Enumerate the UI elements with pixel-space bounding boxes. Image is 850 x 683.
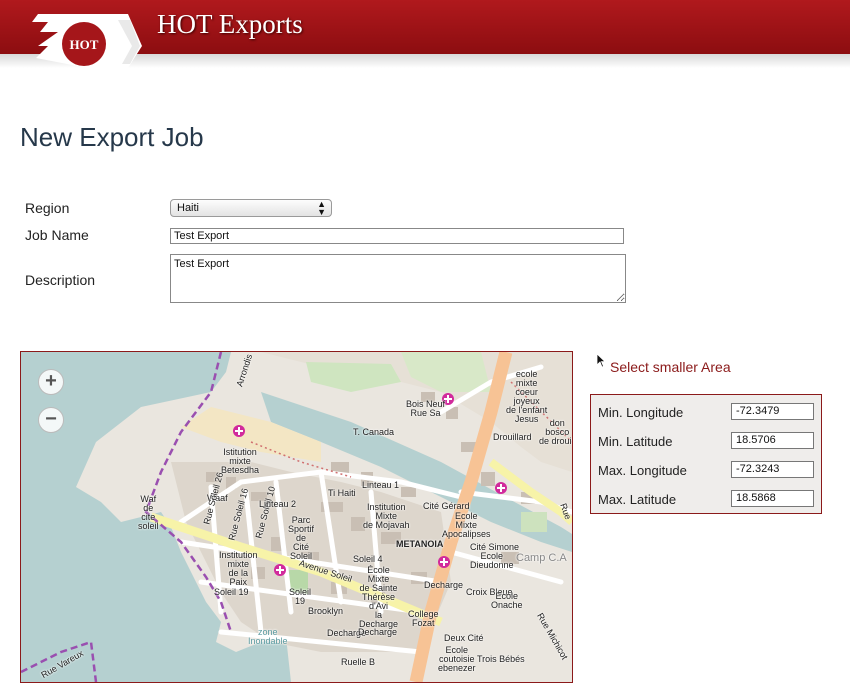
- map-label: METANOIA: [396, 539, 444, 549]
- map-label: Soleil 4: [353, 554, 383, 564]
- hot-logo[interactable]: HOT: [18, 6, 142, 70]
- select-smaller-area-link[interactable]: Select smaller Area: [610, 359, 731, 375]
- job-name-label: Job Name: [25, 227, 89, 243]
- map-label: T. Canada: [353, 427, 395, 437]
- map-label: Soleil 19: [214, 587, 249, 597]
- min-longitude-label: Min. Longitude: [598, 405, 684, 420]
- map-label: Ecole coutoisie ebenezer: [438, 645, 476, 673]
- region-select[interactable]: Haiti ▲ ▼: [170, 199, 332, 217]
- max-longitude-input[interactable]: -72.3243: [731, 461, 814, 478]
- map-label: Ti Haiti: [328, 488, 356, 498]
- map-label: Institution Mixte de Mojavah: [363, 502, 410, 530]
- max-latitude-label: Max. Latitude: [598, 492, 677, 507]
- min-longitude-input[interactable]: -72.3479: [731, 403, 814, 420]
- region-label: Region: [25, 200, 70, 216]
- map-label: Brooklyn: [308, 606, 344, 616]
- map-label: Cité Gérard: [423, 501, 470, 511]
- select-arrows-icon: ▲ ▼: [317, 199, 326, 217]
- max-latitude-input[interactable]: 18.5868: [731, 490, 814, 507]
- map-label: Decharge: [424, 580, 464, 590]
- map-label: zone Inondable: [248, 627, 288, 646]
- page-title: New Export Job: [20, 122, 204, 152]
- map-label: Drouillard: [493, 432, 532, 442]
- map-label: Istitution mixte Betesdha: [221, 447, 260, 475]
- map-label: ecole mixte coeur joyeux de l'enfant Jes…: [506, 369, 548, 424]
- min-latitude-label: Min. Latitude: [598, 434, 673, 449]
- zoom-out-button[interactable]: −: [38, 407, 64, 433]
- map-label: Parc Sportif de Cité Soleil: [288, 515, 315, 561]
- map-label: École Mixte de Sainte Thérèse d'Avi la D…: [359, 565, 399, 629]
- map-label: Institution mixte de la Paix: [219, 550, 258, 587]
- app-title[interactable]: HOT Exports: [157, 9, 303, 40]
- max-longitude-label: Max. Longitude: [598, 463, 687, 478]
- region-select-value: Haiti: [177, 202, 200, 214]
- map-label: Soleil 19: [289, 587, 312, 606]
- map-label: Decharge: [358, 627, 398, 637]
- description-label: Description: [25, 272, 96, 288]
- map-label: Camp C.A: [516, 552, 567, 564]
- map-view[interactable]: + − Arrondis ecole mixte coeur joyeux de…: [20, 351, 573, 683]
- map-label: Ecole Dieudonne: [470, 551, 514, 570]
- map-label: Ruelle B: [341, 657, 376, 667]
- job-name-input[interactable]: [170, 228, 624, 244]
- zoom-in-button[interactable]: +: [38, 369, 64, 395]
- map-label: Linteau 1: [362, 480, 400, 490]
- map-label: don bosco de drouill: [539, 418, 572, 446]
- map-label: Bois Neuf Rue Sa: [406, 399, 446, 418]
- map-label: Ecole Mixte Apocalipses: [442, 511, 491, 539]
- map-label: Trois Bébés: [477, 654, 525, 664]
- map-label: Deux Cité: [444, 633, 484, 643]
- cursor-icon: [597, 354, 605, 368]
- map-label: Waf de cite soleil: [138, 494, 159, 531]
- description-textarea[interactable]: Test Export: [170, 254, 626, 303]
- map-label: Ecole Onache: [491, 591, 523, 610]
- map-label: College Fozat: [408, 609, 439, 628]
- bounding-box-panel: Min. Longitude -72.3479 Min. Latitude 18…: [590, 394, 822, 514]
- logo-text: HOT: [70, 37, 99, 52]
- min-latitude-input[interactable]: 18.5706: [731, 432, 814, 449]
- map-label: Linteau 2: [259, 499, 297, 509]
